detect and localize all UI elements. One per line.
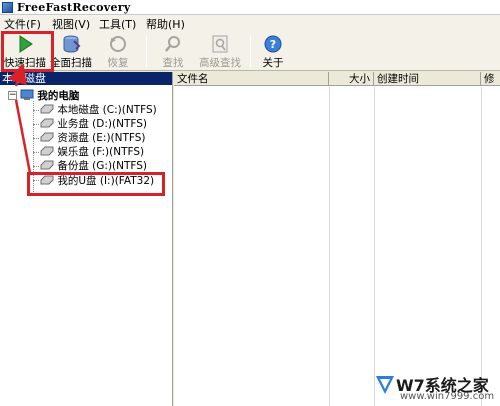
column-header-filename[interactable]: 文件名 (174, 72, 329, 86)
tree-line (33, 166, 39, 167)
full-scan-button[interactable]: 全面扫描 (48, 33, 94, 69)
highlight-quick-scan (1, 31, 54, 72)
hard-drive-icon (40, 146, 54, 156)
about-button[interactable]: ? 关于 (258, 33, 288, 69)
tree-line (33, 124, 39, 125)
tree-item-drive-d[interactable]: 业务盘 (D:)(NTFS) (40, 117, 147, 131)
search-label: 查找 (162, 57, 184, 69)
tree-item-drive-e[interactable]: 资源盘 (E:)(NTFS) (40, 131, 146, 145)
watermark-logo-icon (376, 376, 394, 394)
file-list-panel: 文件名 大小 创建时间 修 (174, 72, 500, 406)
app-icon (2, 2, 13, 13)
advanced-search-label: 高级查找 (199, 57, 241, 69)
toolbar-separator (250, 35, 251, 67)
toolbar: 快速扫描 全面扫描 恢复 查找 高级查找 ? 关于 (0, 31, 500, 71)
recover-icon (108, 35, 128, 53)
drive-label: 本地磁盘 (C:)(NTFS) (57, 104, 157, 116)
tree-root-my-computer[interactable]: 我的电脑 (20, 89, 79, 103)
window-title: FreeFastRecovery (17, 1, 131, 14)
hard-drive-icon (40, 118, 54, 128)
hard-drive-icon (40, 132, 54, 142)
highlight-usb-drive (27, 172, 165, 196)
tree-line (33, 110, 39, 111)
drive-label: 业务盘 (D:)(NTFS) (57, 118, 147, 130)
svg-text:?: ? (270, 38, 276, 51)
column-header-size[interactable]: 大小 (329, 72, 374, 86)
advanced-search-button[interactable]: 高级查找 (198, 33, 242, 69)
column-divider (481, 87, 482, 406)
recover-button[interactable]: 恢复 (100, 33, 136, 69)
drive-tree-panel: 本地磁盘 − 我的电脑 本地磁盘 (C:)(NTFS) 业务盘 (D:)(NTF… (0, 72, 173, 406)
drive-label: 资源盘 (E:)(NTFS) (57, 132, 146, 144)
recover-label: 恢复 (107, 57, 129, 69)
advanced-search-icon (210, 35, 230, 53)
help-icon: ? (263, 35, 283, 53)
drive-label: 娱乐盘 (F:)(NTFS) (57, 146, 145, 158)
menu-file[interactable]: 文件(F) (4, 16, 41, 32)
search-button[interactable]: 查找 (158, 33, 188, 69)
computer-icon (20, 89, 34, 100)
column-divider (329, 87, 330, 406)
tree-line (33, 138, 39, 139)
tree-line (33, 152, 39, 153)
collapse-icon[interactable]: − (8, 91, 17, 100)
menu-tools[interactable]: 工具(T) (99, 16, 136, 32)
title-bar: FreeFastRecovery (0, 0, 500, 15)
search-icon (163, 35, 183, 53)
database-icon (61, 35, 81, 53)
tree-root-label: 我的电脑 (37, 90, 80, 102)
hard-drive-icon (40, 104, 54, 114)
column-divider (374, 87, 375, 406)
tree-item-drive-c[interactable]: 本地磁盘 (C:)(NTFS) (40, 103, 157, 117)
column-header-created[interactable]: 创建时间 (374, 72, 481, 86)
about-label: 关于 (262, 57, 284, 69)
menu-help[interactable]: 帮助(H) (146, 16, 185, 32)
full-scan-label: 全面扫描 (50, 57, 92, 69)
tree-item-drive-f[interactable]: 娱乐盘 (F:)(NTFS) (40, 145, 144, 159)
watermark-url: www.win7999.com (400, 391, 495, 402)
drive-label: 备份盘 (G:)(NTFS) (57, 160, 148, 172)
watermark: W7系统之家 www.win7999.com (372, 366, 500, 406)
toolbar-separator (146, 35, 147, 67)
column-header-modified[interactable]: 修 (481, 72, 500, 86)
menu-bar: 文件(F) 视图(V) 工具(T) 帮助(H) (0, 15, 500, 31)
menu-view[interactable]: 视图(V) (52, 16, 90, 32)
hard-drive-icon (40, 160, 54, 170)
tree-item-drive-g[interactable]: 备份盘 (G:)(NTFS) (40, 159, 147, 173)
panel-header: 本地磁盘 (0, 72, 172, 85)
